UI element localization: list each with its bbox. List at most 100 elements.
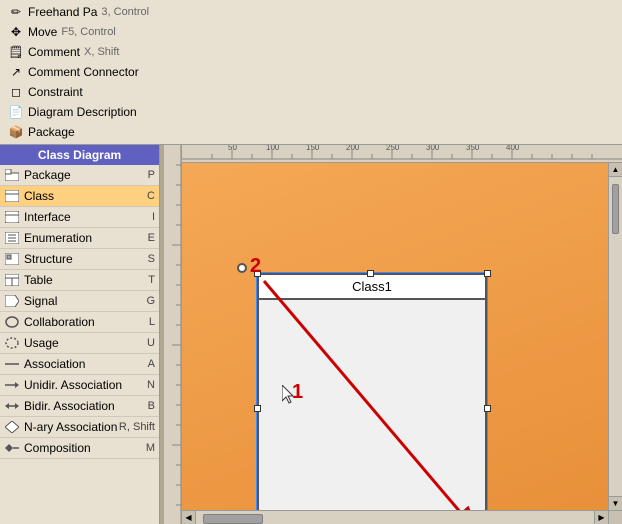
sidebar-item-structure-label: Structure xyxy=(24,252,148,266)
toolbar-row-1: ✏ Freehand Pa 3, Control xyxy=(4,2,618,22)
origin-marker xyxy=(237,263,247,273)
bidir-icon xyxy=(4,398,20,414)
svg-text:50: 50 xyxy=(228,145,237,152)
sidebar-item-bidir-assoc-label: Bidir. Association xyxy=(24,399,148,413)
move-toolbar-item[interactable]: ✥ Move F5, Control xyxy=(4,23,120,41)
toolbar-row-2: ✥ Move F5, Control xyxy=(4,22,618,42)
sidebar-item-nary-assoc[interactable]: N-ary Association R, Shift xyxy=(0,417,159,438)
canvas-main: 50 100 150 200 250 xyxy=(182,145,622,524)
sidebar-item-association-label: Association xyxy=(24,357,148,371)
scrollbar-corner xyxy=(608,511,622,524)
constraint-toolbar-item[interactable]: ◻ Constraint xyxy=(4,83,104,101)
scroll-track-v[interactable] xyxy=(609,177,622,496)
sidebar-item-enumeration-label: Enumeration xyxy=(24,231,148,245)
comment-connector-toolbar-item[interactable]: ↗ Comment Connector xyxy=(4,63,143,81)
composition-icon xyxy=(4,440,20,456)
sidebar-item-usage-key: U xyxy=(147,337,155,349)
enum-icon xyxy=(4,230,20,246)
sidebar-item-signal[interactable]: Signal G xyxy=(0,291,159,312)
sidebar-item-signal-key: G xyxy=(146,295,155,307)
svg-text:200: 200 xyxy=(346,145,360,152)
package-icon xyxy=(4,167,20,183)
comment-connector-label: Comment Connector xyxy=(28,65,139,79)
mouse-cursor-icon xyxy=(282,385,298,405)
sidebar-item-package[interactable]: Package P xyxy=(0,165,159,186)
ruler-top-svg: 50 100 150 200 250 xyxy=(182,145,622,160)
scroll-thumb-h[interactable] xyxy=(203,514,263,524)
freehand-label: Freehand Pa xyxy=(28,5,97,19)
sidebar-item-bidir-assoc[interactable]: Bidir. Association B xyxy=(0,396,159,417)
step-2-label: 2 xyxy=(250,255,261,278)
sidebar-item-package-label: Package xyxy=(24,168,148,182)
scroll-up-button[interactable]: ▲ xyxy=(609,163,622,177)
comment-icon: 🗒 xyxy=(8,44,24,60)
scroll-down-button[interactable]: ▼ xyxy=(609,496,622,510)
sidebar-item-package-key: P xyxy=(148,169,155,181)
diagram-desc-toolbar-item[interactable]: 📄 Diagram Description xyxy=(4,103,141,121)
comment-connector-icon: ↗ xyxy=(8,64,24,80)
sidebar-item-collaboration-key: L xyxy=(149,316,155,328)
sidebar-item-enumeration-key: E xyxy=(148,232,155,244)
nary-icon xyxy=(4,419,20,435)
scroll-thumb-v[interactable] xyxy=(612,184,619,234)
canvas-with-rulers: 50 100 150 200 250 xyxy=(164,145,622,524)
canvas-area[interactable]: 2 Class1 xyxy=(182,163,608,510)
sidebar-item-composition-label: Composition xyxy=(24,441,146,455)
freehand-toolbar-item[interactable]: ✏ Freehand Pa 3, Control xyxy=(4,3,153,21)
toolbar-row-7: 📦 Package xyxy=(4,122,618,142)
interface-icon xyxy=(4,209,20,225)
sidebar-item-composition[interactable]: Composition M xyxy=(0,438,159,459)
sidebar-item-usage[interactable]: Usage U xyxy=(0,333,159,354)
svg-text:100: 100 xyxy=(266,145,280,152)
svg-text:150: 150 xyxy=(306,145,320,152)
sidebar-item-structure-key: S xyxy=(148,253,155,265)
sidebar-item-table[interactable]: Table T xyxy=(0,270,159,291)
sidebar-item-table-label: Table xyxy=(24,273,148,287)
sidebar-item-signal-label: Signal xyxy=(24,294,146,308)
svg-text:250: 250 xyxy=(386,145,400,152)
ruler-left xyxy=(164,145,182,524)
move-label: Move xyxy=(28,25,57,39)
sidebar-item-interface[interactable]: Interface I xyxy=(0,207,159,228)
freehand-icon: ✏ xyxy=(8,4,24,20)
app-container: ✏ Freehand Pa 3, Control ✥ Move F5, Cont… xyxy=(0,0,622,524)
comment-toolbar-item[interactable]: 🗒 Comment X, Shift xyxy=(4,43,123,61)
sidebar-item-class[interactable]: Class C xyxy=(0,186,159,207)
ruler-left-svg xyxy=(164,145,182,524)
freehand-shortcut: 3, Control xyxy=(101,6,149,18)
sidebar-item-structure[interactable]: Structure S xyxy=(0,249,159,270)
toolbar-row-3: 🗒 Comment X, Shift xyxy=(4,42,618,62)
handle-mr[interactable] xyxy=(484,405,491,412)
svg-text:400: 400 xyxy=(506,145,520,152)
package-toolbar-icon: 📦 xyxy=(8,124,24,140)
handle-tc[interactable] xyxy=(367,270,374,277)
sidebar-item-unidir-assoc[interactable]: Unidir. Association N xyxy=(0,375,159,396)
package-toolbar-item[interactable]: 📦 Package xyxy=(4,123,104,141)
sidebar-item-class-label: Class xyxy=(24,189,147,203)
scroll-left-button[interactable]: ◀ xyxy=(182,511,196,524)
table-icon xyxy=(4,272,20,288)
toolbar: ✏ Freehand Pa 3, Control ✥ Move F5, Cont… xyxy=(0,0,622,145)
toolbar-row-5: ◻ Constraint xyxy=(4,82,618,102)
collab-icon xyxy=(4,314,20,330)
sidebar-item-table-key: T xyxy=(148,274,155,286)
scroll-right-button[interactable]: ▶ xyxy=(594,511,608,524)
move-icon: ✥ xyxy=(8,24,24,40)
sidebar-item-nary-assoc-label: N-ary Association xyxy=(24,420,119,434)
sidebar: Class Diagram Package P Class C xyxy=(0,145,160,524)
handle-ml[interactable] xyxy=(254,405,261,412)
package-toolbar-label: Package xyxy=(28,125,75,139)
handle-tr[interactable] xyxy=(484,270,491,277)
comment-shortcut: X, Shift xyxy=(84,46,119,58)
sidebar-item-class-key: C xyxy=(147,190,155,202)
scroll-track-h[interactable] xyxy=(196,511,594,524)
constraint-label: Constraint xyxy=(28,85,83,99)
sidebar-item-usage-label: Usage xyxy=(24,336,147,350)
right-scrollbar[interactable]: ▲ ▼ xyxy=(608,163,622,510)
sidebar-item-unidir-assoc-key: N xyxy=(147,379,155,391)
constraint-icon: ◻ xyxy=(8,84,24,100)
sidebar-item-collaboration[interactable]: Collaboration L xyxy=(0,312,159,333)
sidebar-item-enumeration[interactable]: Enumeration E xyxy=(0,228,159,249)
svg-text:300: 300 xyxy=(426,145,440,152)
sidebar-item-association[interactable]: Association A xyxy=(0,354,159,375)
